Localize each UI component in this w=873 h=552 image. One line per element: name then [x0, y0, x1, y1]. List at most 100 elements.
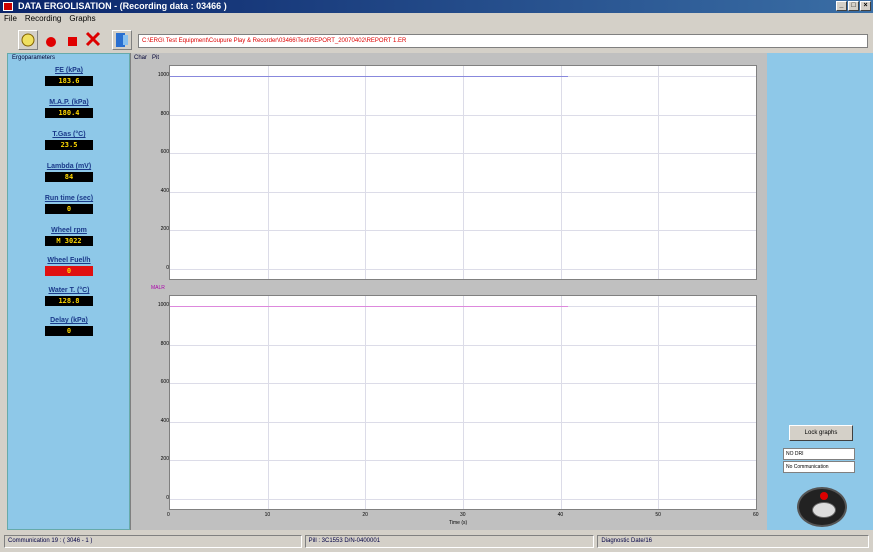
tab-char[interactable]: Char: [134, 55, 147, 61]
gauge-label: Water T. (°C): [48, 287, 90, 294]
gauge-label: Run time (sec): [44, 195, 94, 202]
y-tick-label: 1000: [157, 72, 169, 78]
grid-line-horizontal: [170, 383, 756, 385]
grid-line-horizontal: [170, 460, 756, 462]
delete-icon: [85, 31, 101, 47]
menu-graphs[interactable]: Graphs: [69, 13, 95, 24]
grid-line-vertical: [267, 66, 269, 279]
parameters-panel: Ergoparameters FE (kPa) 183.6 M.A.P. (kP…: [7, 53, 130, 530]
app-icon: [3, 2, 13, 11]
minimize-button[interactable]: _: [836, 1, 847, 11]
gauge-value: 183.6: [45, 76, 93, 86]
y-tick-label: 600: [160, 149, 169, 156]
knob-center-icon: [812, 502, 836, 518]
status-diagnostic: Diagnostic Date/16: [597, 535, 869, 548]
grid-line-horizontal: [170, 421, 756, 423]
gauge-label: Wheel Fuel/h: [47, 257, 91, 264]
grid-line-vertical: [658, 66, 660, 279]
lock-graphs-button[interactable]: Lock graphs: [789, 425, 853, 441]
record-indicator-icon: [820, 492, 828, 500]
delete-button[interactable]: [84, 30, 104, 50]
grid-line-vertical: [560, 66, 562, 279]
title-bar: DATA ERGOLISATION - (Recording data : 03…: [0, 0, 873, 13]
gauge-delay: Delay (kPa) 0: [38, 316, 100, 336]
gauge-wheel-rpm: Wheel rpm M 3022: [38, 226, 100, 246]
x-tick-label: 10: [264, 512, 271, 518]
y-tick-label: 400: [160, 417, 169, 424]
x-tick-label: 20: [362, 512, 368, 518]
grid-line-vertical: [365, 66, 367, 279]
grid-line-vertical: [267, 296, 269, 509]
y-tick-label: 400: [160, 187, 169, 194]
dri-status: NO DRI: [783, 448, 855, 460]
status-bar: Communication 19 : ( 3046 - 1 ) Pill : 3…: [0, 532, 873, 552]
status-communication: Communication 19 : ( 3046 - 1 ): [4, 535, 302, 548]
menu-file[interactable]: File: [4, 13, 17, 24]
record-icon: [46, 37, 56, 47]
x-tick-label: 60: [753, 512, 759, 518]
stop-button[interactable]: [64, 30, 84, 50]
gauge-label: M.A.P. (kPa): [49, 99, 89, 106]
exit-button[interactable]: [112, 30, 132, 50]
toolbar: C:\ERG\ Test Equipment\Coupure Play & Re…: [0, 26, 873, 52]
menu-recording[interactable]: Recording: [25, 13, 61, 24]
gauge-map: M.A.P. (kPa) 180.4: [38, 98, 100, 118]
maximize-button[interactable]: □: [848, 1, 859, 11]
y-tick-label: 800: [160, 340, 169, 347]
series-line: [170, 76, 569, 77]
open-icon: [21, 33, 35, 47]
y-tick-label: 600: [160, 379, 169, 386]
bottom-chart-plot[interactable]: [169, 295, 757, 510]
gauge-label: Lambda (mV): [46, 163, 92, 170]
status-pill: Pill : 3C1553 D/N-0400001: [304, 535, 595, 548]
menu-bar: File Recording Graphs: [0, 13, 873, 24]
y-tick-label: 800: [160, 110, 169, 117]
x-tick-label: 0: [167, 512, 170, 518]
file-path-display: C:\ERG\ Test Equipment\Coupure Play & Re…: [138, 34, 868, 48]
gauge-runtime: Run time (sec) 0: [38, 194, 100, 214]
grid-line-vertical: [560, 296, 562, 509]
gauge-water-temp: Water T. (°C) 128.8: [38, 286, 100, 306]
gauge-value: 0: [45, 266, 93, 276]
gauge-label: FE (kPa): [54, 67, 83, 74]
chart-tabs: Char Pit: [134, 55, 159, 61]
top-chart-plot[interactable]: [169, 65, 757, 280]
y-tick-label: 200: [160, 226, 169, 233]
exit-icon: [116, 33, 128, 47]
bottom-chart-yaxis: 1000 800 600 400 200 0: [131, 295, 171, 510]
record-button[interactable]: [42, 30, 62, 50]
gauge-value: 23.5: [45, 140, 93, 150]
gauge-value: 180.4: [45, 108, 93, 118]
gauge-value: 0: [45, 326, 93, 336]
gauge-value: M 3022: [45, 236, 93, 246]
x-tick-label: 30: [460, 512, 466, 518]
x-tick-label: 40: [557, 512, 564, 518]
grid-line-horizontal: [170, 344, 756, 346]
y-tick-label: 1000: [157, 302, 169, 308]
series-line: [170, 306, 569, 307]
gauge-value: 128.8: [45, 296, 93, 306]
open-button[interactable]: [18, 30, 38, 50]
y-tick-label: 200: [160, 456, 169, 463]
gauge-value: 0: [45, 204, 93, 214]
gauge-fe: FE (kPa) 183.6: [38, 66, 100, 86]
grid-line-vertical: [463, 66, 464, 279]
chart-area: Char Pit 1000 800 600 400 200 0 MALR 1000 800 6…: [130, 53, 767, 530]
grid-line-horizontal: [170, 153, 756, 155]
grid-line-horizontal: [170, 114, 756, 116]
grid-line-vertical: [463, 296, 464, 509]
gauge-value: 84: [45, 172, 93, 182]
gauge-tgas: T.Gas (°C) 23.5: [38, 130, 100, 150]
gauge-wheel-fuel: Wheel Fuel/h 0: [38, 256, 100, 276]
communication-status: No Communication: [783, 461, 855, 473]
grid-line-vertical: [658, 296, 660, 509]
gauge-label: Delay (kPa): [50, 317, 88, 324]
grid-line-horizontal: [170, 499, 756, 500]
close-button[interactable]: ×: [860, 1, 871, 11]
right-panel: Lock graphs NO DRI No Communication: [767, 53, 873, 530]
control-knob[interactable]: [797, 487, 847, 527]
grid-line-horizontal: [170, 269, 756, 270]
panel-title: Ergoparameters: [12, 55, 56, 61]
tab-pit[interactable]: Pit: [152, 55, 159, 61]
stop-icon: [68, 37, 77, 46]
